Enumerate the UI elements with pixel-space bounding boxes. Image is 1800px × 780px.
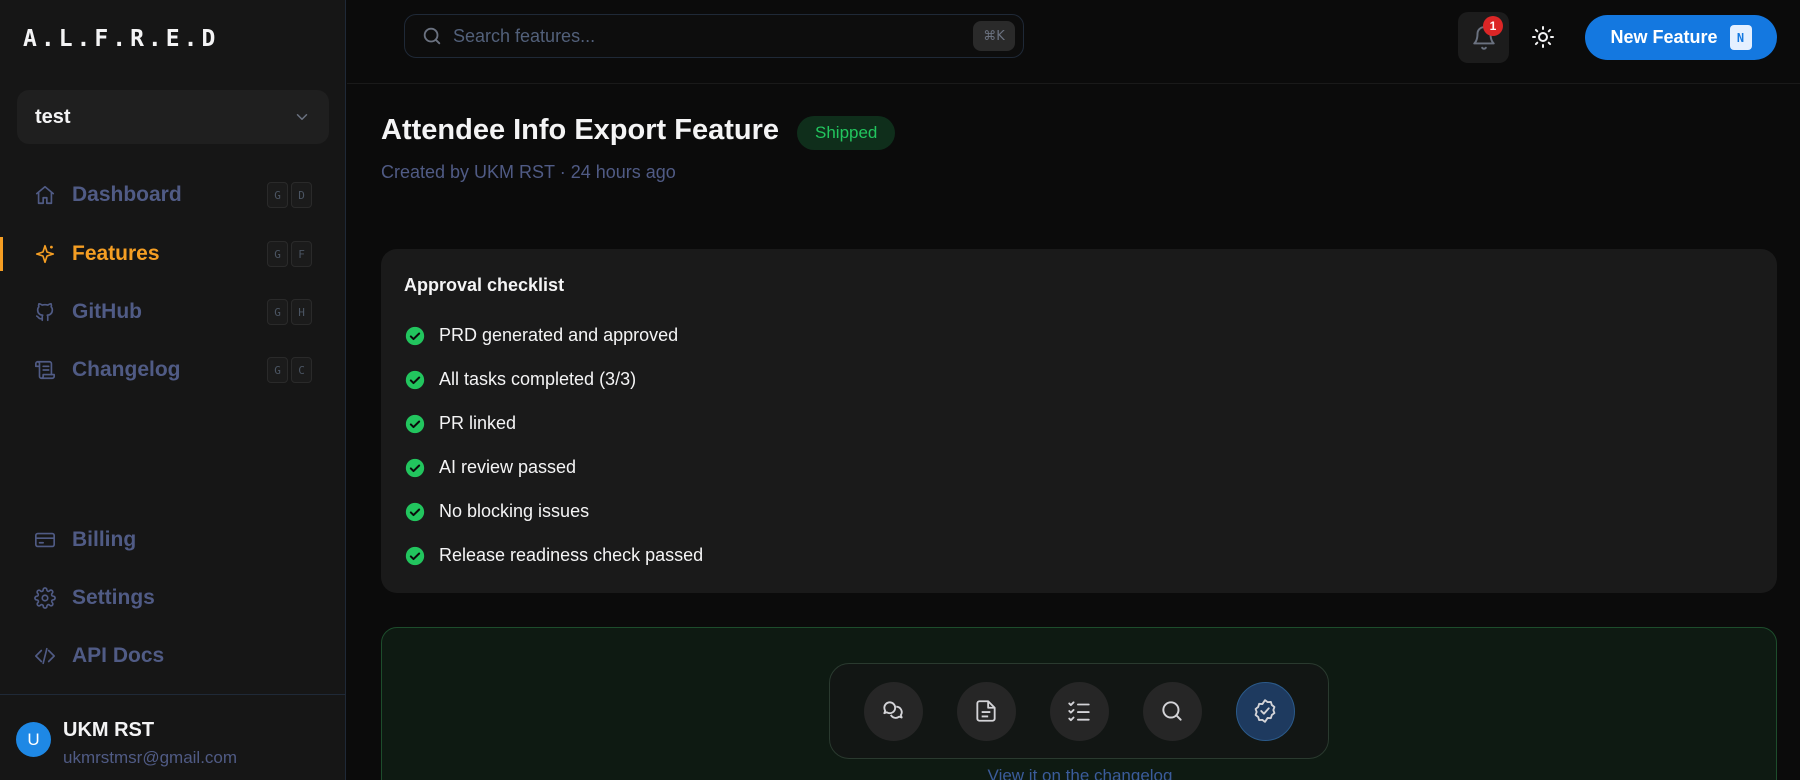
project-switcher[interactable]: test (17, 90, 329, 144)
checklist-item-label: Release readiness check passed (439, 545, 704, 565)
project-name: test (35, 105, 71, 128)
shortcut-key: G (267, 182, 288, 208)
scroll-icon (34, 359, 56, 381)
search-icon (423, 27, 441, 45)
check-circle-icon (405, 370, 425, 389)
sidebar-item-dashboard[interactable]: Dashboard G D (0, 170, 346, 220)
sidebar-divider (0, 694, 346, 695)
checklist-item-label: AI review passed (439, 457, 577, 477)
feature-meta: Created by UKM RST · 24 hours ago (381, 162, 676, 182)
check-circle-icon (405, 458, 425, 477)
tasks-icon (1068, 701, 1090, 722)
document-icon (976, 700, 996, 722)
search-input[interactable]: Search features... (453, 26, 973, 47)
step-chat[interactable] (863, 681, 923, 741)
sun-icon (1532, 26, 1554, 48)
checklist-item-label: PRD generated and approved (439, 325, 679, 345)
verified-badge-icon (1254, 699, 1276, 723)
shortcut-key: F (291, 241, 312, 267)
shortcut-key: D (291, 182, 312, 208)
sidebar-item-label: Billing (72, 528, 137, 551)
sidebar-item-settings[interactable]: Settings (0, 573, 346, 623)
sidebar-item-features[interactable]: Features G F (0, 229, 346, 279)
shortcut-key: G (267, 299, 288, 325)
changelog-link[interactable]: View it on the changelog (382, 766, 1778, 780)
chat-icon (883, 701, 903, 719)
search-bar[interactable]: Search features... ⌘K (404, 14, 1024, 58)
card-icon (34, 529, 56, 551)
app-logo[interactable]: A.L.F.R.E.D (23, 26, 219, 52)
sidebar-item-billing[interactable]: Billing (0, 515, 346, 565)
checklist-item: All tasks completed (3/3) (405, 369, 636, 390)
shortcut-keys: G F (267, 241, 312, 267)
shortcut-key: C (291, 357, 312, 383)
step-shipped[interactable] (1235, 681, 1295, 741)
shortcut-key: G (267, 241, 288, 267)
sidebar-item-changelog[interactable]: Changelog G C (0, 345, 346, 395)
avatar: U (16, 722, 51, 757)
sidebar-item-label: Changelog (72, 358, 181, 381)
checklist-item: AI review passed (405, 457, 576, 478)
sparkle-icon (34, 243, 56, 265)
new-feature-shortcut: N (1729, 25, 1752, 50)
new-feature-button[interactable]: New Feature N (1585, 15, 1777, 60)
workflow-panel: View it on the changelog (381, 627, 1777, 780)
checklist-item-label: PR linked (439, 413, 517, 433)
user-email: ukmrstmsr@gmail.com (63, 748, 238, 767)
review-search-icon (1162, 701, 1182, 721)
gear-icon (34, 587, 56, 609)
checklist-item: PR linked (405, 413, 516, 434)
notification-count-badge: 1 (1483, 16, 1503, 36)
sidebar-item-label: Dashboard (72, 183, 182, 206)
sidebar-item-github[interactable]: GitHub G H (0, 287, 346, 337)
check-circle-icon (405, 502, 425, 521)
search-shortcut: ⌘K (973, 21, 1015, 51)
sidebar-item-label: GitHub (72, 300, 142, 323)
shortcut-key: H (291, 299, 312, 325)
sidebar: A.L.F.R.E.D test Dashboard G D Features … (0, 0, 346, 780)
shortcut-keys: G H (267, 299, 312, 325)
checklist-item: Release readiness check passed (405, 545, 703, 566)
code-icon (34, 645, 56, 667)
checklist-title: Approval checklist (404, 275, 565, 295)
checklist-item-label: All tasks completed (3/3) (439, 369, 637, 389)
notifications-button[interactable]: 1 (1458, 12, 1509, 63)
approval-checklist: Approval checklist PRD generated and app… (381, 249, 1777, 593)
sidebar-item-api-docs[interactable]: API Docs (0, 631, 346, 681)
workflow-steps (829, 663, 1329, 759)
step-review[interactable] (1142, 681, 1202, 741)
shortcut-keys: G C (267, 357, 312, 383)
sidebar-item-label: API Docs (72, 644, 165, 667)
step-prd[interactable] (956, 681, 1016, 741)
checklist-item-label: No blocking issues (439, 501, 590, 521)
github-icon (34, 301, 56, 323)
check-circle-icon (405, 414, 425, 433)
checklist-item: PRD generated and approved (405, 325, 678, 346)
user-name: UKM RST (63, 719, 155, 741)
sidebar-item-label: Features (72, 242, 160, 265)
status-badge: Shipped (797, 116, 896, 150)
home-icon (34, 184, 56, 206)
top-bar: Search features... ⌘K 1 New Feature N (347, 0, 1800, 84)
new-feature-label: New Feature (1610, 27, 1718, 47)
check-circle-icon (405, 546, 425, 565)
checklist-item: No blocking issues (405, 501, 589, 522)
step-tasks[interactable] (1049, 681, 1109, 741)
sidebar-item-label: Settings (72, 586, 155, 609)
page-title: Attendee Info Export Feature (381, 114, 779, 146)
shortcut-key: G (267, 357, 288, 383)
user-profile[interactable]: U UKM RST ukmrstmsr@gmail.com (16, 712, 237, 768)
shortcut-keys: G D (267, 182, 312, 208)
chevron-down-icon (296, 114, 308, 120)
theme-toggle[interactable] (1528, 22, 1558, 52)
check-circle-icon (405, 326, 425, 345)
